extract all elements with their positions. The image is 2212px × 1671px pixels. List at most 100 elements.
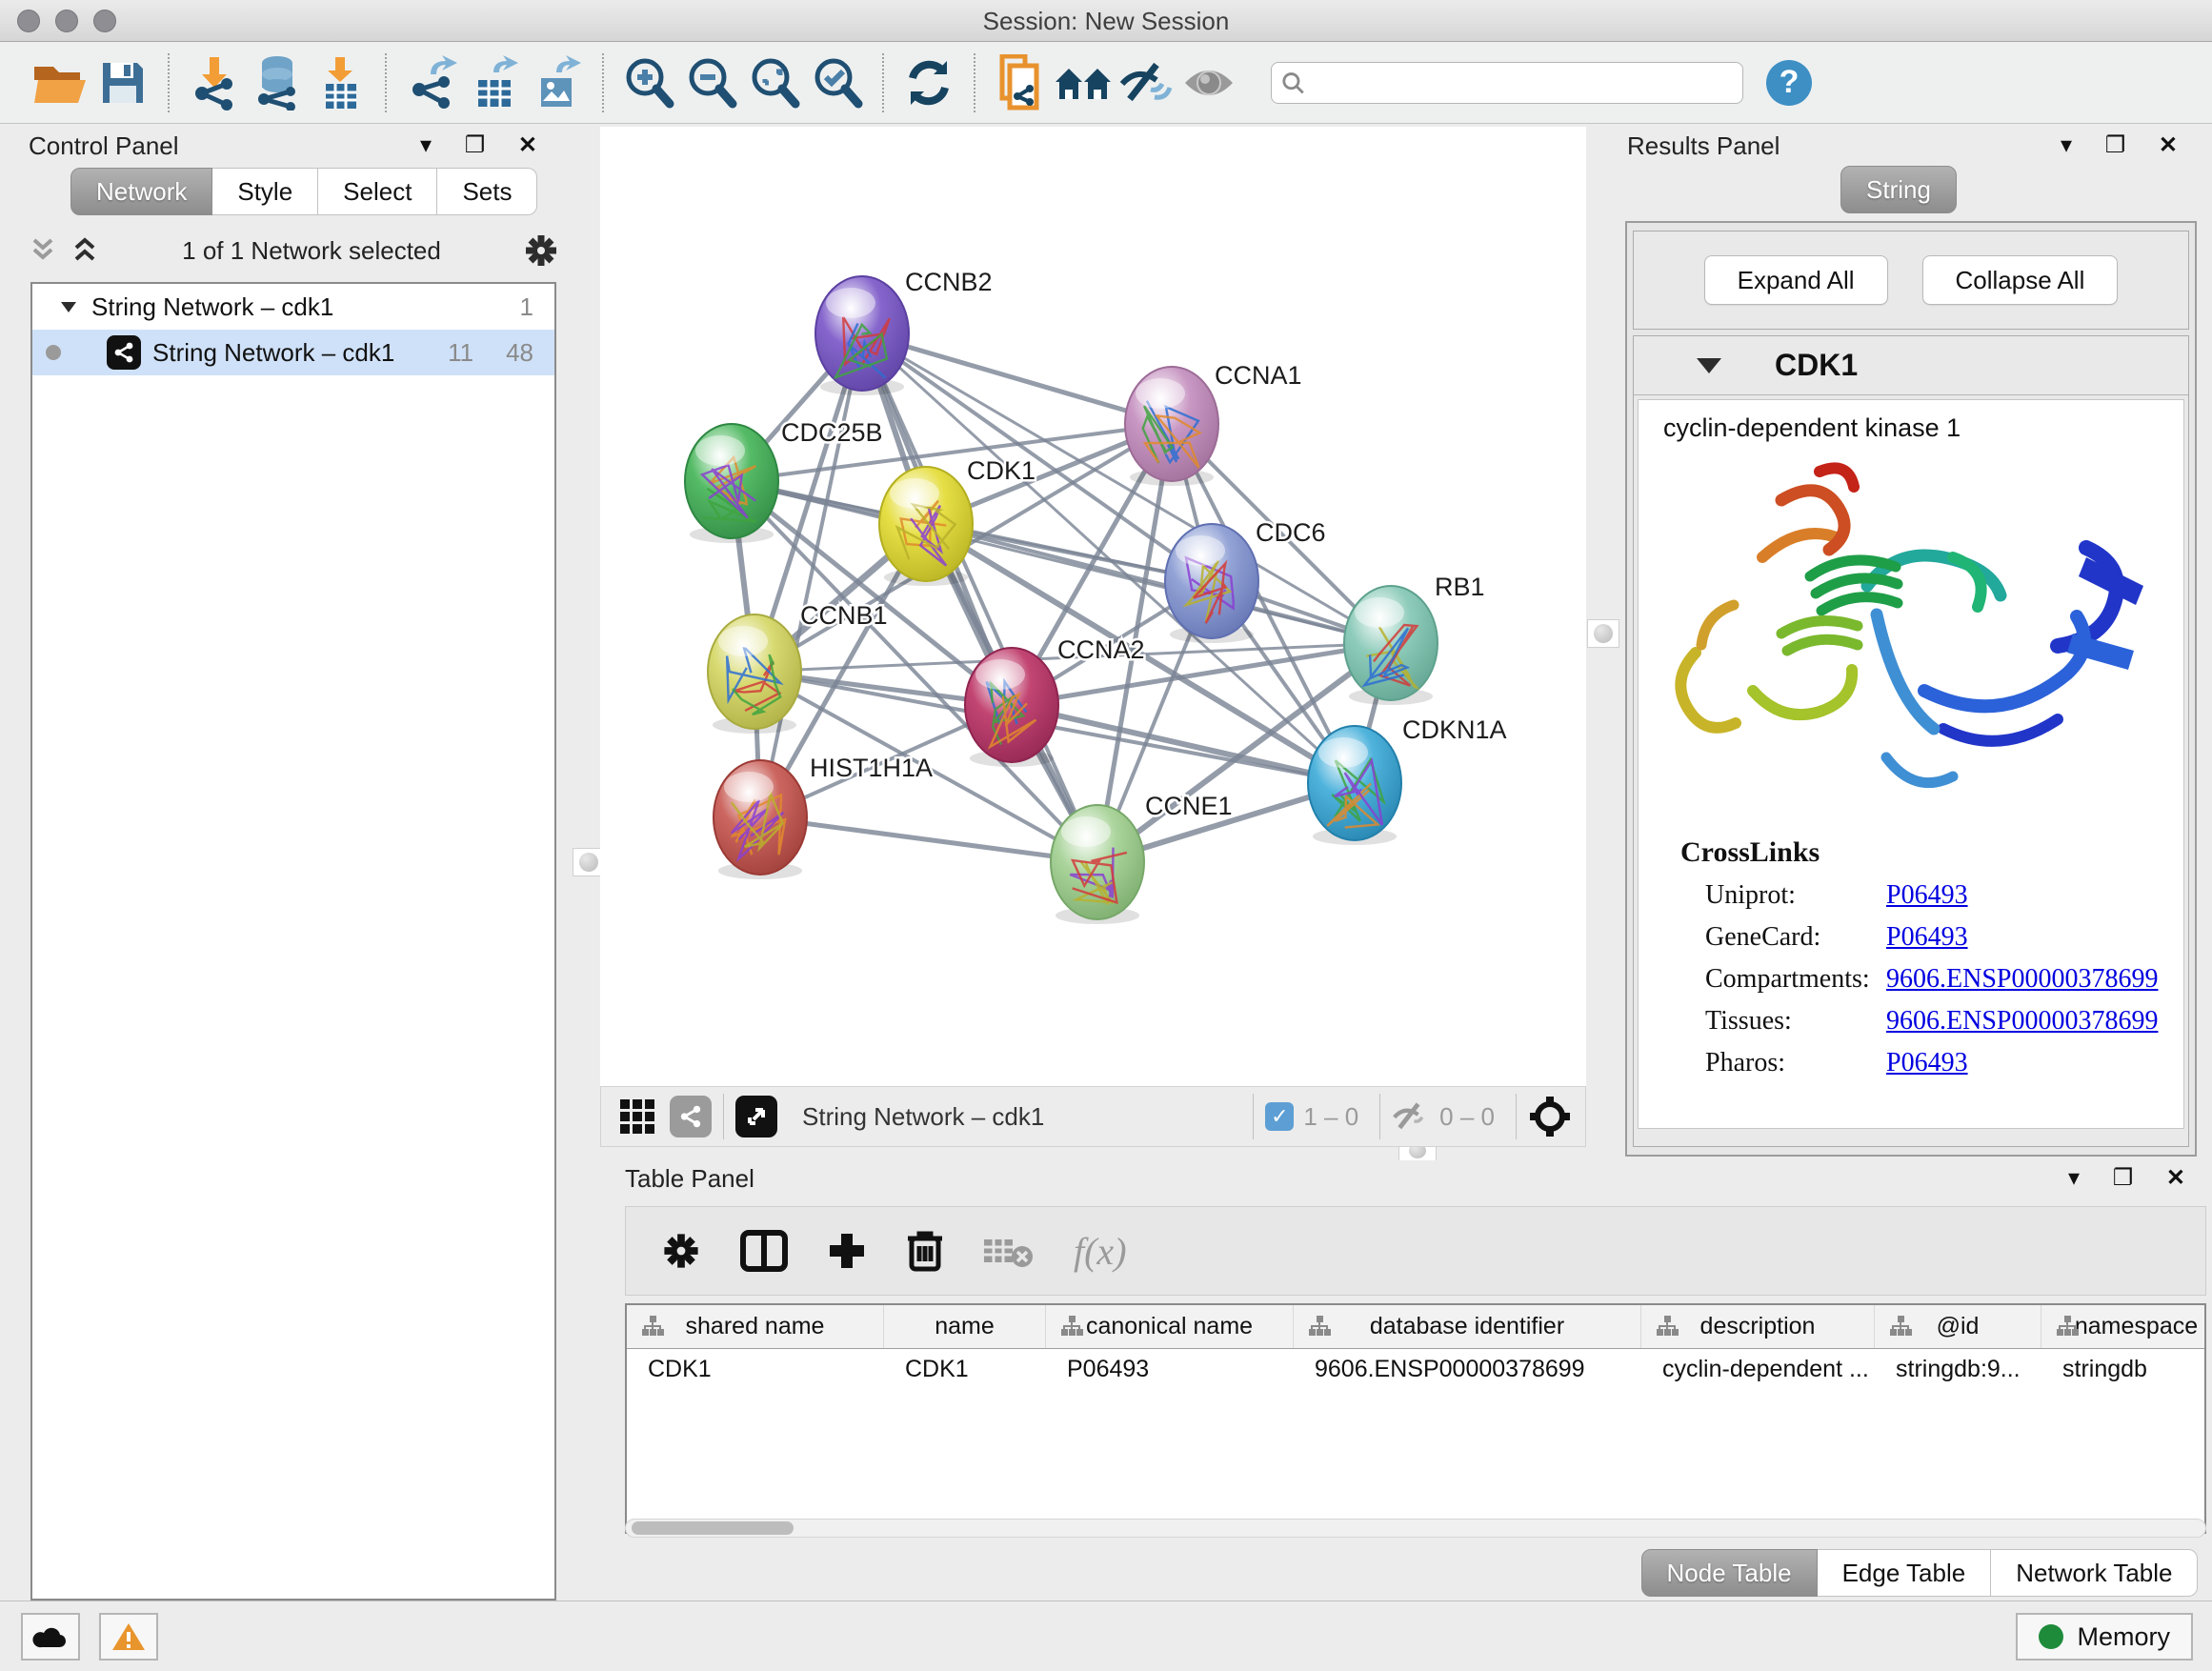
network-node-CDC25B[interactable] [685, 424, 778, 543]
column-header-database-identifier[interactable]: database identifier [1294, 1305, 1641, 1348]
network-collection-row[interactable]: String Network – cdk1 1 [32, 284, 554, 330]
collapse-all-button[interactable]: Collapse All [1922, 255, 2119, 305]
network-grid-view-icon[interactable] [620, 1099, 654, 1134]
network-node-CCNA1[interactable] [1125, 367, 1218, 486]
memory-label: Memory [2077, 1622, 2170, 1652]
network-node-CCNB1[interactable] [708, 614, 801, 734]
network-edge[interactable] [862, 333, 1097, 862]
save-session-button[interactable] [91, 51, 154, 114]
cell-description[interactable]: cyclin-dependent ... [1641, 1356, 1875, 1383]
tab-network-table[interactable]: Network Table [1991, 1549, 2198, 1597]
tab-select[interactable]: Select [318, 168, 437, 215]
expand-all-button[interactable]: Expand All [1704, 255, 1888, 305]
network-options-gear-icon[interactable] [522, 232, 560, 270]
selected-nodes-checkbox[interactable]: ✓ [1265, 1102, 1294, 1131]
network-node-CCNA2[interactable] [965, 648, 1058, 767]
gene-section-header[interactable]: CDK1 [1634, 336, 2188, 395]
network-graph[interactable]: CCNB2CCNA1CDC25BCDK1CDC6RB1CCNB1CCNA2CDK… [600, 127, 1586, 1086]
column-header-shared-name[interactable]: shared name [627, 1305, 884, 1348]
zoom-selected-button[interactable] [806, 51, 869, 114]
column-header-name[interactable]: name [884, 1305, 1046, 1348]
import-network-button[interactable] [183, 51, 246, 114]
table-row[interactable]: CDK1CDK1P064939606.ENSP00000378699cyclin… [627, 1349, 2204, 1389]
memory-button[interactable]: Memory [2016, 1613, 2193, 1661]
help-button[interactable]: ? [1766, 60, 1812, 106]
results-panel-minimize-icon[interactable]: ▾ [2061, 132, 2085, 158]
table-panel-float-icon[interactable]: ❐ [2113, 1165, 2147, 1191]
tab-edge-table[interactable]: Edge Table [1818, 1549, 1992, 1597]
results-panel-close-icon[interactable]: ✕ [2159, 132, 2191, 158]
show-columns-icon[interactable] [740, 1230, 788, 1272]
collection-expand-triangle-icon[interactable] [59, 299, 78, 314]
publication-export-button[interactable] [989, 51, 1052, 114]
network-canvas[interactable]: CCNB2CCNA1CDC25BCDK1CDC6RB1CCNB1CCNA2CDK… [600, 127, 1586, 1086]
refresh-button[interactable] [897, 51, 960, 114]
export-table-button[interactable] [463, 51, 526, 114]
network-node-HIST1H1A[interactable] [714, 760, 807, 879]
birdseye-view-icon[interactable] [735, 1096, 777, 1137]
warning-status-button[interactable] [99, 1613, 158, 1661]
cell-@id[interactable]: stringdb:9... [1875, 1356, 2041, 1383]
crosslink-tissues[interactable]: 9606.ENSP00000378699 [1886, 1006, 2158, 1037]
results-panel-title: Results Panel [1627, 131, 1780, 161]
export-network-button[interactable] [400, 51, 463, 114]
table-panel-close-icon[interactable]: ✕ [2166, 1165, 2199, 1191]
column-header-canonical-name[interactable]: canonical name [1046, 1305, 1294, 1348]
hide-panel-button[interactable] [1115, 51, 1177, 114]
control-panel-float-icon[interactable]: ❐ [465, 132, 499, 158]
scrollbar-thumb[interactable] [632, 1521, 794, 1535]
open-session-button[interactable] [29, 51, 91, 114]
network-edge[interactable] [760, 817, 1097, 862]
table-horizontal-scrollbar[interactable] [625, 1519, 2206, 1538]
gene-collapse-triangle-icon[interactable] [1697, 358, 1721, 373]
network-edge[interactable] [1012, 705, 1355, 783]
home-button[interactable] [1052, 51, 1115, 114]
network-share-view-icon[interactable] [670, 1096, 712, 1137]
network-node-RB1[interactable] [1344, 586, 1438, 705]
cell-name[interactable]: CDK1 [884, 1356, 1046, 1383]
tab-string[interactable]: String [1840, 166, 1957, 213]
network-node-CCNB2[interactable] [815, 276, 909, 395]
network-row-selected[interactable]: String Network – cdk1 11 48 [32, 330, 554, 375]
cell-namespace[interactable]: stringdb [2041, 1356, 2206, 1383]
zoom-in-button[interactable] [617, 51, 680, 114]
expand-all-chevron-icon[interactable] [69, 236, 101, 265]
node-table[interactable]: shared namenamecanonical namedatabase id… [625, 1303, 2206, 1534]
network-node-CDKN1A[interactable] [1308, 726, 1401, 845]
delete-column-trash-icon[interactable] [906, 1229, 944, 1273]
tab-style[interactable]: Style [212, 168, 318, 215]
network-node-CCNE1[interactable] [1051, 805, 1144, 924]
crosslink-genecard[interactable]: P06493 [1886, 922, 1968, 953]
control-panel-minimize-icon[interactable]: ▾ [420, 132, 445, 158]
tab-sets[interactable]: Sets [437, 168, 537, 215]
right-splitter-handle[interactable] [1587, 619, 1619, 648]
cell-shared-name[interactable]: CDK1 [627, 1356, 884, 1383]
crosslink-compartments[interactable]: 9606.ENSP00000378699 [1886, 964, 2158, 995]
column-header-namespace[interactable]: namespace [2041, 1305, 2206, 1348]
import-network-from-database-button[interactable] [246, 51, 309, 114]
crosslink-pharos[interactable]: P06493 [1886, 1048, 1968, 1078]
cell-database-identifier[interactable]: 9606.ENSP00000378699 [1294, 1356, 1641, 1383]
column-header-description[interactable]: description [1641, 1305, 1875, 1348]
cell-canonical-name[interactable]: P06493 [1046, 1356, 1294, 1383]
zoom-out-button[interactable] [680, 51, 743, 114]
import-table-button[interactable] [309, 51, 372, 114]
zoom-fit-button[interactable] [743, 51, 806, 114]
network-edge[interactable] [862, 333, 1172, 424]
collapse-all-chevron-icon[interactable] [27, 236, 59, 265]
crosslink-uniprot[interactable]: P06493 [1886, 880, 1968, 911]
create-column-plus-icon[interactable] [826, 1230, 868, 1272]
table-options-gear-icon[interactable] [660, 1230, 702, 1272]
search-input[interactable] [1305, 70, 1733, 96]
export-image-button[interactable] [526, 51, 589, 114]
column-header-@id[interactable]: @id [1875, 1305, 2041, 1348]
tab-network[interactable]: Network [70, 168, 212, 215]
tab-node-table[interactable]: Node Table [1641, 1549, 1818, 1597]
table-panel-minimize-icon[interactable]: ▾ [2068, 1165, 2093, 1191]
fit-selected-crosshair-icon[interactable] [1528, 1095, 1572, 1138]
show-panel-button[interactable] [1177, 51, 1240, 114]
control-panel-close-icon[interactable]: ✕ [518, 132, 551, 158]
cloud-status-button[interactable] [21, 1613, 80, 1661]
toolbar-search-field[interactable] [1271, 62, 1743, 104]
results-panel-float-icon[interactable]: ❐ [2105, 132, 2140, 158]
